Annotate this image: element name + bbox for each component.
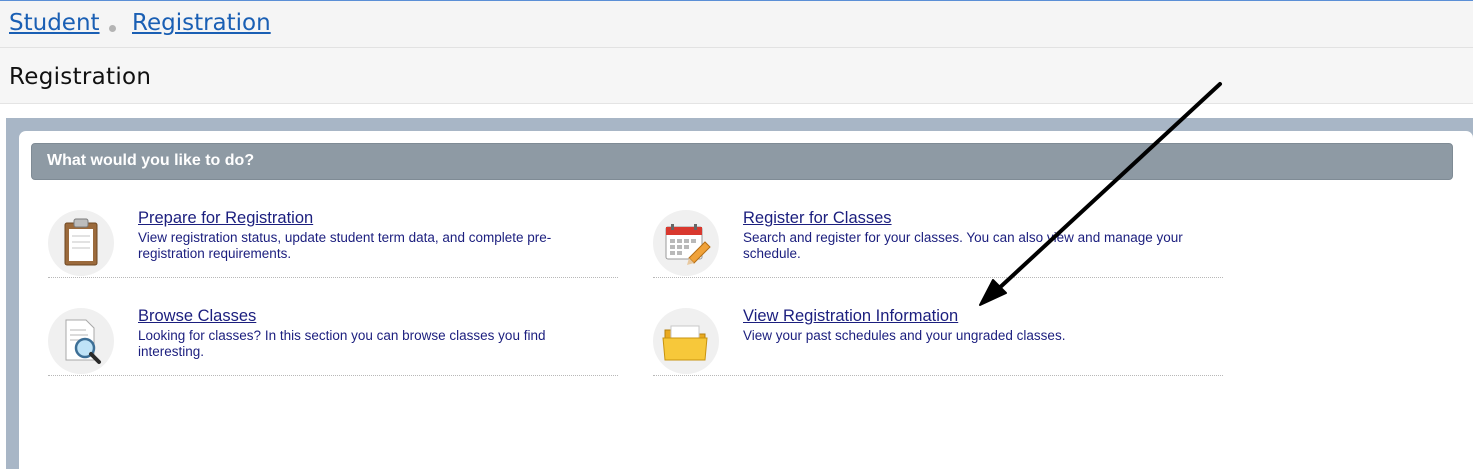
folder-icon <box>653 308 719 374</box>
browse-classes-description: Looking for classes? In this section you… <box>138 328 546 359</box>
view-registration-information-description: View your past schedules and your ungrad… <box>743 328 1066 343</box>
register-for-classes-description: Search and register for your classes. Yo… <box>743 230 1183 261</box>
prepare-for-registration-description: View registration status, update student… <box>138 230 552 261</box>
prepare-for-registration-link[interactable]: Prepare for Registration <box>138 209 313 228</box>
browse-classes-link[interactable]: Browse Classes <box>138 307 256 326</box>
page-title: Registration <box>9 64 152 90</box>
register-for-classes-link[interactable]: Register for Classes <box>743 209 892 228</box>
breadcrumb: Student Registration <box>0 1 1473 48</box>
document-magnifier-icon <box>48 308 114 374</box>
registration-panel: What would you like to do? Prepare for R… <box>19 131 1473 469</box>
breadcrumb-separator <box>109 25 116 32</box>
content-frame: What would you like to do? Prepare for R… <box>6 118 1473 469</box>
clipboard-icon <box>48 210 114 276</box>
calendar-pencil-icon <box>653 210 719 276</box>
title-bar: Registration <box>0 48 1473 104</box>
prepare-for-registration-option[interactable]: Prepare for Registration View registrati… <box>48 208 618 278</box>
register-for-classes-option[interactable]: Register for Classes Search and register… <box>653 208 1223 278</box>
breadcrumb-student-link[interactable]: Student <box>9 10 100 36</box>
panel-header-title: What would you like to do? <box>47 152 255 169</box>
panel-header: What would you like to do? <box>31 143 1453 180</box>
breadcrumb-registration-link[interactable]: Registration <box>132 10 271 36</box>
view-registration-information-link[interactable]: View Registration Information <box>743 307 958 326</box>
browse-classes-option[interactable]: Browse Classes Looking for classes? In t… <box>48 306 618 376</box>
view-registration-information-option[interactable]: View Registration Information View your … <box>653 306 1223 376</box>
